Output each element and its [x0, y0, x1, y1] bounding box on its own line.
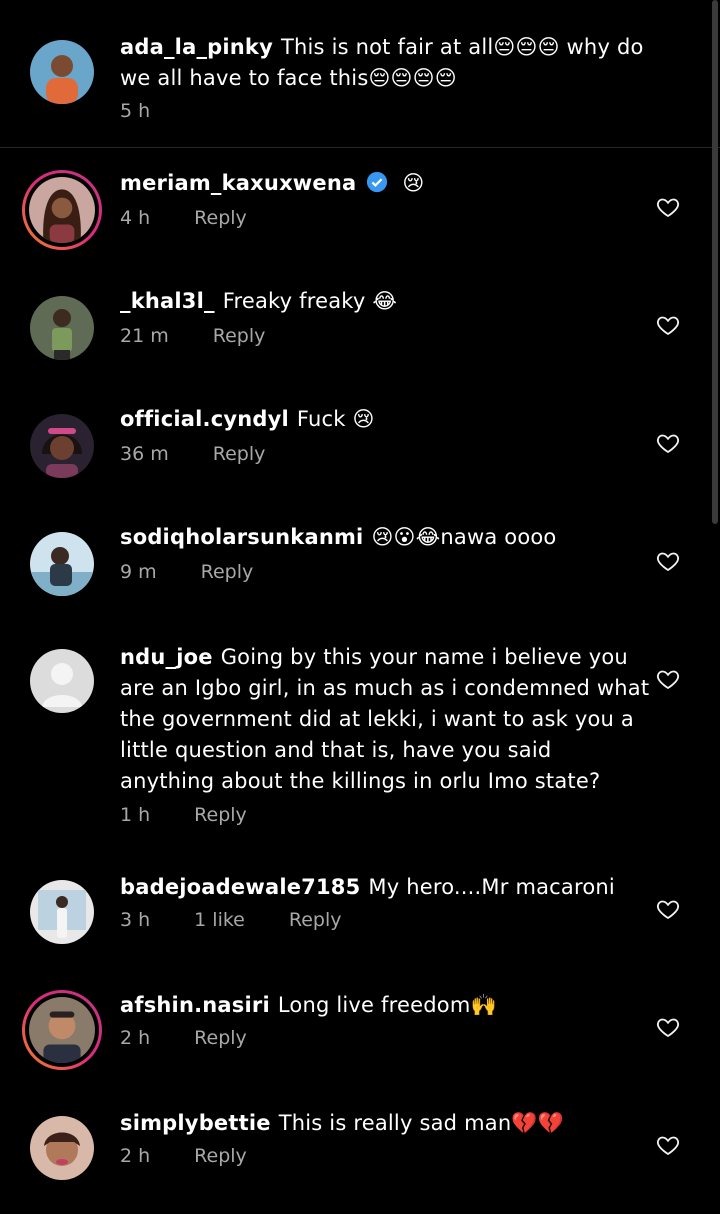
comment-meta: 2 h Reply: [120, 1145, 291, 1167]
comment-time: 2 h: [120, 1027, 151, 1049]
comment-time: 4 h: [120, 207, 151, 229]
scrollbar[interactable]: [712, 0, 718, 524]
comment-text: meriam_kaxuxwena 😢: [120, 168, 650, 199]
comment-username[interactable]: official.cyndyl: [120, 407, 289, 431]
comment-text: ndu_joe Going by this your name i believe…: [120, 642, 650, 797]
comment-body: Freaky freaky 😂: [222, 289, 398, 313]
reply-button[interactable]: Reply: [194, 804, 247, 826]
comment-username[interactable]: ndu_joe: [120, 645, 213, 669]
like-count[interactable]: 1 like: [194, 909, 245, 931]
comment-time: 36 m: [120, 443, 169, 465]
avatar[interactable]: [30, 40, 94, 104]
like-heart-icon[interactable]: [656, 313, 680, 337]
comment-text: afshin.nasiri Long live freedom🙌: [120, 990, 650, 1021]
reply-button[interactable]: Reply: [194, 207, 247, 229]
comment-username[interactable]: badejoadewale7185: [120, 875, 360, 899]
avatar[interactable]: [22, 990, 102, 1070]
like-heart-icon[interactable]: [656, 195, 680, 219]
comment-meta: 9 m Reply: [120, 561, 297, 583]
comment-body: Long live freedom🙌: [277, 993, 497, 1017]
comment-time: 1 h: [120, 804, 151, 826]
avatar[interactable]: [30, 1116, 94, 1180]
comment-username[interactable]: meriam_kaxuxwena: [120, 171, 356, 195]
like-heart-icon[interactable]: [656, 667, 680, 691]
comment-meta: 1 h Reply: [120, 804, 291, 826]
like-heart-icon[interactable]: [656, 1133, 680, 1157]
avatar[interactable]: [30, 649, 94, 713]
like-heart-icon[interactable]: [656, 431, 680, 455]
comment-meta: 2 h Reply: [120, 1027, 291, 1049]
comment-meta: 3 h 1 like Reply: [120, 909, 386, 931]
comment-username[interactable]: sodiqholarsunkanmi: [120, 525, 363, 549]
like-heart-icon[interactable]: [656, 897, 680, 921]
avatar[interactable]: [30, 880, 94, 944]
comment-body: 😢😮😂nawa oooo: [371, 525, 557, 549]
comment-username[interactable]: afshin.nasiri: [120, 993, 270, 1017]
like-heart-icon[interactable]: [656, 549, 680, 573]
comment-text: sodiqholarsunkanmi 😢😮😂nawa oooo: [120, 522, 650, 553]
comment-meta: 4 h Reply: [120, 207, 291, 229]
avatar[interactable]: [30, 414, 94, 478]
comment-body: Fuck 😢: [296, 407, 375, 431]
comment-time: 2 h: [120, 1145, 151, 1167]
comment-text: _khal3l_ Freaky freaky 😂: [120, 286, 650, 317]
comment-meta: 36 m Reply: [120, 443, 309, 465]
comment-meta: 5 h: [120, 100, 194, 122]
reply-button[interactable]: Reply: [194, 1145, 247, 1167]
comment-username[interactable]: _khal3l_: [120, 289, 215, 313]
reply-button[interactable]: Reply: [201, 561, 254, 583]
comment-username[interactable]: ada_la_pinky: [120, 35, 273, 59]
comment-body: This is really sad man💔💔: [278, 1111, 565, 1135]
reply-button[interactable]: Reply: [213, 443, 266, 465]
reply-button[interactable]: Reply: [213, 325, 266, 347]
comment-text: ada_la_pinky This is not fair at all😔😔😔 w…: [120, 32, 650, 94]
comment-time: 5 h: [120, 100, 151, 122]
comment-username[interactable]: simplybettie: [120, 1111, 271, 1135]
comment-body: My hero....Mr macaroni: [368, 875, 615, 899]
comment-text: badejoadewale7185 My hero....Mr macaroni: [120, 872, 650, 903]
comment-time: 3 h: [120, 909, 151, 931]
reply-button[interactable]: Reply: [194, 1027, 247, 1049]
comment-meta: 21 m Reply: [120, 325, 309, 347]
comment-text: simplybettie This is really sad man💔💔: [120, 1108, 650, 1139]
comment-text: official.cyndyl Fuck 😢: [120, 404, 650, 435]
reply-button[interactable]: Reply: [289, 909, 342, 931]
comment-time: 21 m: [120, 325, 169, 347]
avatar[interactable]: [22, 170, 102, 250]
verified-badge-icon: [367, 171, 388, 193]
thread-divider: [0, 147, 720, 148]
like-heart-icon[interactable]: [656, 1015, 680, 1039]
comment-time: 9 m: [120, 561, 157, 583]
avatar[interactable]: [30, 532, 94, 596]
avatar[interactable]: [30, 296, 94, 360]
comment-body: 😢: [402, 171, 425, 195]
